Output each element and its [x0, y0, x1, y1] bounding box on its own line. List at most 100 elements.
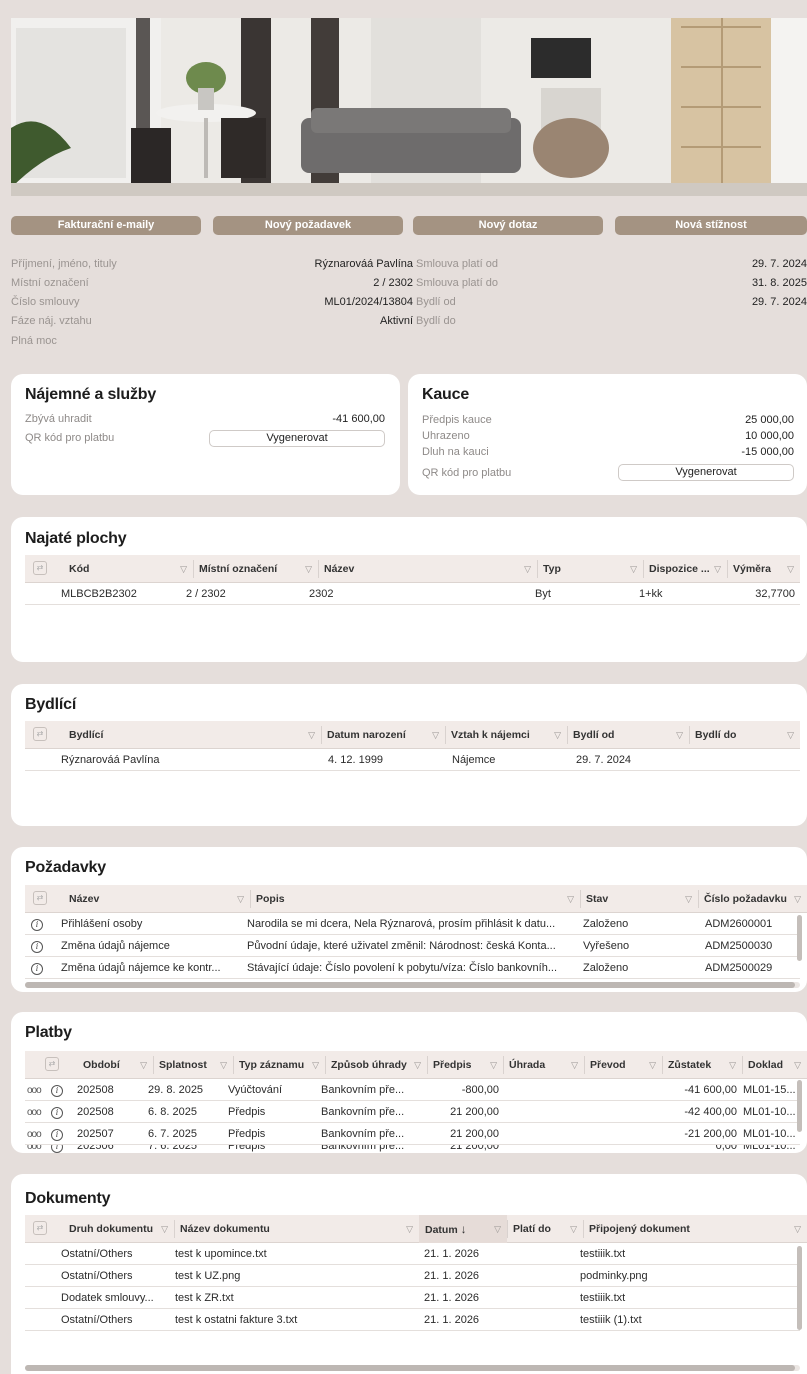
filter-icon[interactable]: ▽ — [161, 1215, 168, 1243]
filter-icon[interactable]: ▽ — [140, 1051, 147, 1079]
vertical-scrollbar[interactable] — [797, 1246, 802, 1330]
col-header[interactable]: Kód ▽ — [63, 555, 193, 583]
sort-down-icon[interactable]: ↓ — [461, 1222, 467, 1236]
filter-icon[interactable]: ▽ — [649, 1051, 656, 1079]
table-row[interactable]: ooo i 202507 6. 7. 2025 Předpis Bankovní… — [25, 1123, 800, 1145]
info-icon-cell[interactable]: i — [31, 957, 47, 979]
filter-icon[interactable]: ▽ — [630, 555, 637, 583]
vertical-scrollbar[interactable] — [797, 915, 802, 961]
info-icon[interactable]: i — [31, 941, 43, 953]
vertical-scrollbar[interactable] — [797, 1080, 802, 1132]
info-icon-cell[interactable]: i — [31, 935, 47, 957]
col-header[interactable]: Bydlí do ▽ — [689, 721, 800, 749]
horizontal-scrollbar[interactable] — [25, 982, 800, 988]
filter-icon[interactable]: ▽ — [567, 885, 574, 913]
table-row[interactable]: ooo i 202508 6. 8. 2025 Předpis Bankovní… — [25, 1101, 800, 1123]
col-header[interactable]: Připojený dokument ▽ — [583, 1215, 807, 1243]
filter-icon[interactable]: ▽ — [406, 1215, 413, 1243]
info-icon[interactable]: i — [51, 1085, 63, 1097]
info-icon[interactable]: i — [51, 1107, 63, 1119]
filter-icon[interactable]: ▽ — [524, 555, 531, 583]
filter-icon[interactable]: ▽ — [787, 721, 794, 749]
filter-icon[interactable]: ▽ — [220, 1051, 227, 1079]
info-icon[interactable]: i — [51, 1129, 63, 1141]
table-row[interactable]: ooo i 202508 29. 8. 2025 Vyúčtování Bank… — [25, 1079, 800, 1101]
col-header[interactable]: Datum narození ▽ — [321, 721, 445, 749]
table-row[interactable]: Ostatní/Others test k UZ.png 21. 1. 2026… — [25, 1265, 800, 1287]
col-header[interactable]: Předpis ▽ — [427, 1051, 503, 1079]
new-request-button[interactable]: Nový požadavek — [213, 216, 403, 235]
col-header[interactable]: Platí do ▽ — [507, 1215, 583, 1243]
cell[interactable]: testiiik.txt — [580, 1287, 790, 1309]
filter-icon[interactable]: ▽ — [729, 1051, 736, 1079]
col-header[interactable]: Název ▽ — [318, 555, 537, 583]
col-header[interactable]: Název dokumentu ▽ — [174, 1215, 419, 1243]
filter-icon[interactable]: ▽ — [312, 1051, 319, 1079]
filter-icon[interactable]: ▽ — [305, 555, 312, 583]
cell[interactable]: testiiik (1).txt — [580, 1309, 790, 1331]
col-header[interactable]: Výměra ▽ — [727, 555, 800, 583]
col-header[interactable]: Typ ▽ — [537, 555, 643, 583]
table-row[interactable]: MLBCB2B2302 2 / 2302 2302 Byt 1+kk 32,77… — [25, 583, 800, 605]
filter-icon[interactable]: ▽ — [676, 721, 683, 749]
col-header[interactable]: Splatnost ▽ — [153, 1051, 233, 1079]
filter-icon[interactable]: ▽ — [494, 1215, 501, 1243]
col-header[interactable]: Zůstatek ▽ — [662, 1051, 742, 1079]
filter-icon[interactable]: ▽ — [308, 721, 315, 749]
col-header[interactable]: Číslo požadavku ▽ — [698, 885, 807, 913]
info-icon-cell[interactable]: i — [51, 1123, 67, 1145]
table-row[interactable]: Ostatní/Others test k ostatni fakture 3.… — [25, 1309, 800, 1331]
generate-qr-button[interactable]: Vygenerovat — [209, 430, 385, 447]
filter-icon[interactable]: ▽ — [180, 555, 187, 583]
col-header[interactable]: Druh dokumentu ▽ — [63, 1215, 174, 1243]
col-header[interactable]: Období ▽ — [77, 1051, 153, 1079]
table-row[interactable]: Dodatek smlouvy... test k ZR.txt 21. 1. … — [25, 1287, 800, 1309]
more-icon[interactable]: ooo — [27, 1101, 47, 1123]
col-header-sorted[interactable]: Datum ↓ ▽ — [419, 1215, 507, 1243]
col-header[interactable]: Typ záznamu ▽ — [233, 1051, 325, 1079]
col-header[interactable]: Doklad ▽ — [742, 1051, 807, 1079]
table-row[interactable]: ooo i 202506 7. 6. 2025 Předpis Bankovní… — [25, 1145, 800, 1153]
info-icon-cell[interactable]: i — [51, 1101, 67, 1123]
table-row[interactable]: Ostatní/Others test k upomince.txt 21. 1… — [25, 1243, 800, 1265]
filter-icon[interactable]: ▽ — [570, 1215, 577, 1243]
column-settings-icon[interactable]: ⇄ — [33, 891, 47, 905]
filter-icon[interactable]: ▽ — [237, 885, 244, 913]
filter-icon[interactable]: ▽ — [554, 721, 561, 749]
column-settings-icon[interactable]: ⇄ — [33, 561, 47, 575]
new-complaint-button[interactable]: Nová stížnost — [615, 216, 807, 235]
more-icon[interactable]: ooo — [27, 1079, 47, 1101]
more-icon[interactable]: ooo — [27, 1145, 47, 1153]
filter-icon[interactable]: ▽ — [714, 555, 721, 583]
table-row[interactable]: i Přihlášení osoby Narodila se mi dcera,… — [25, 913, 800, 935]
info-icon[interactable]: i — [31, 963, 43, 975]
column-settings-icon[interactable]: ⇄ — [33, 727, 47, 741]
billing-emails-button[interactable]: Fakturační e-maily — [11, 216, 201, 235]
filter-icon[interactable]: ▽ — [432, 721, 439, 749]
filter-icon[interactable]: ▽ — [794, 1051, 801, 1079]
col-header[interactable]: Název ▽ — [63, 885, 250, 913]
column-settings-icon[interactable]: ⇄ — [33, 1221, 47, 1235]
more-icon[interactable]: ooo — [27, 1123, 47, 1145]
cell[interactable]: podminky.png — [580, 1265, 790, 1287]
new-query-button[interactable]: Nový dotaz — [413, 216, 603, 235]
filter-icon[interactable]: ▽ — [490, 1051, 497, 1079]
col-header[interactable]: Vztah k nájemci ▽ — [445, 721, 567, 749]
filter-icon[interactable]: ▽ — [685, 885, 692, 913]
generate-deposit-qr-button[interactable]: Vygenerovat — [618, 464, 794, 481]
info-icon[interactable]: i — [51, 1145, 63, 1153]
col-header[interactable]: Bydlící ▽ — [63, 721, 321, 749]
horizontal-scrollbar[interactable] — [25, 1365, 800, 1371]
col-header[interactable]: Převod ▽ — [584, 1051, 662, 1079]
col-header[interactable]: Popis ▽ — [250, 885, 580, 913]
table-row[interactable]: i Změna údajů nájemce Původní údaje, kte… — [25, 935, 800, 957]
info-icon-cell[interactable]: i — [31, 913, 47, 935]
table-row[interactable]: i Změna údajů nájemce ke kontr... Stávaj… — [25, 957, 800, 979]
filter-icon[interactable]: ▽ — [794, 1215, 801, 1243]
column-settings-icon[interactable]: ⇄ — [45, 1057, 59, 1071]
filter-icon[interactable]: ▽ — [787, 555, 794, 583]
col-header[interactable]: Bydlí od ▽ — [567, 721, 689, 749]
filter-icon[interactable]: ▽ — [794, 885, 801, 913]
col-header[interactable]: Dispozice ... ▽ — [643, 555, 727, 583]
filter-icon[interactable]: ▽ — [571, 1051, 578, 1079]
